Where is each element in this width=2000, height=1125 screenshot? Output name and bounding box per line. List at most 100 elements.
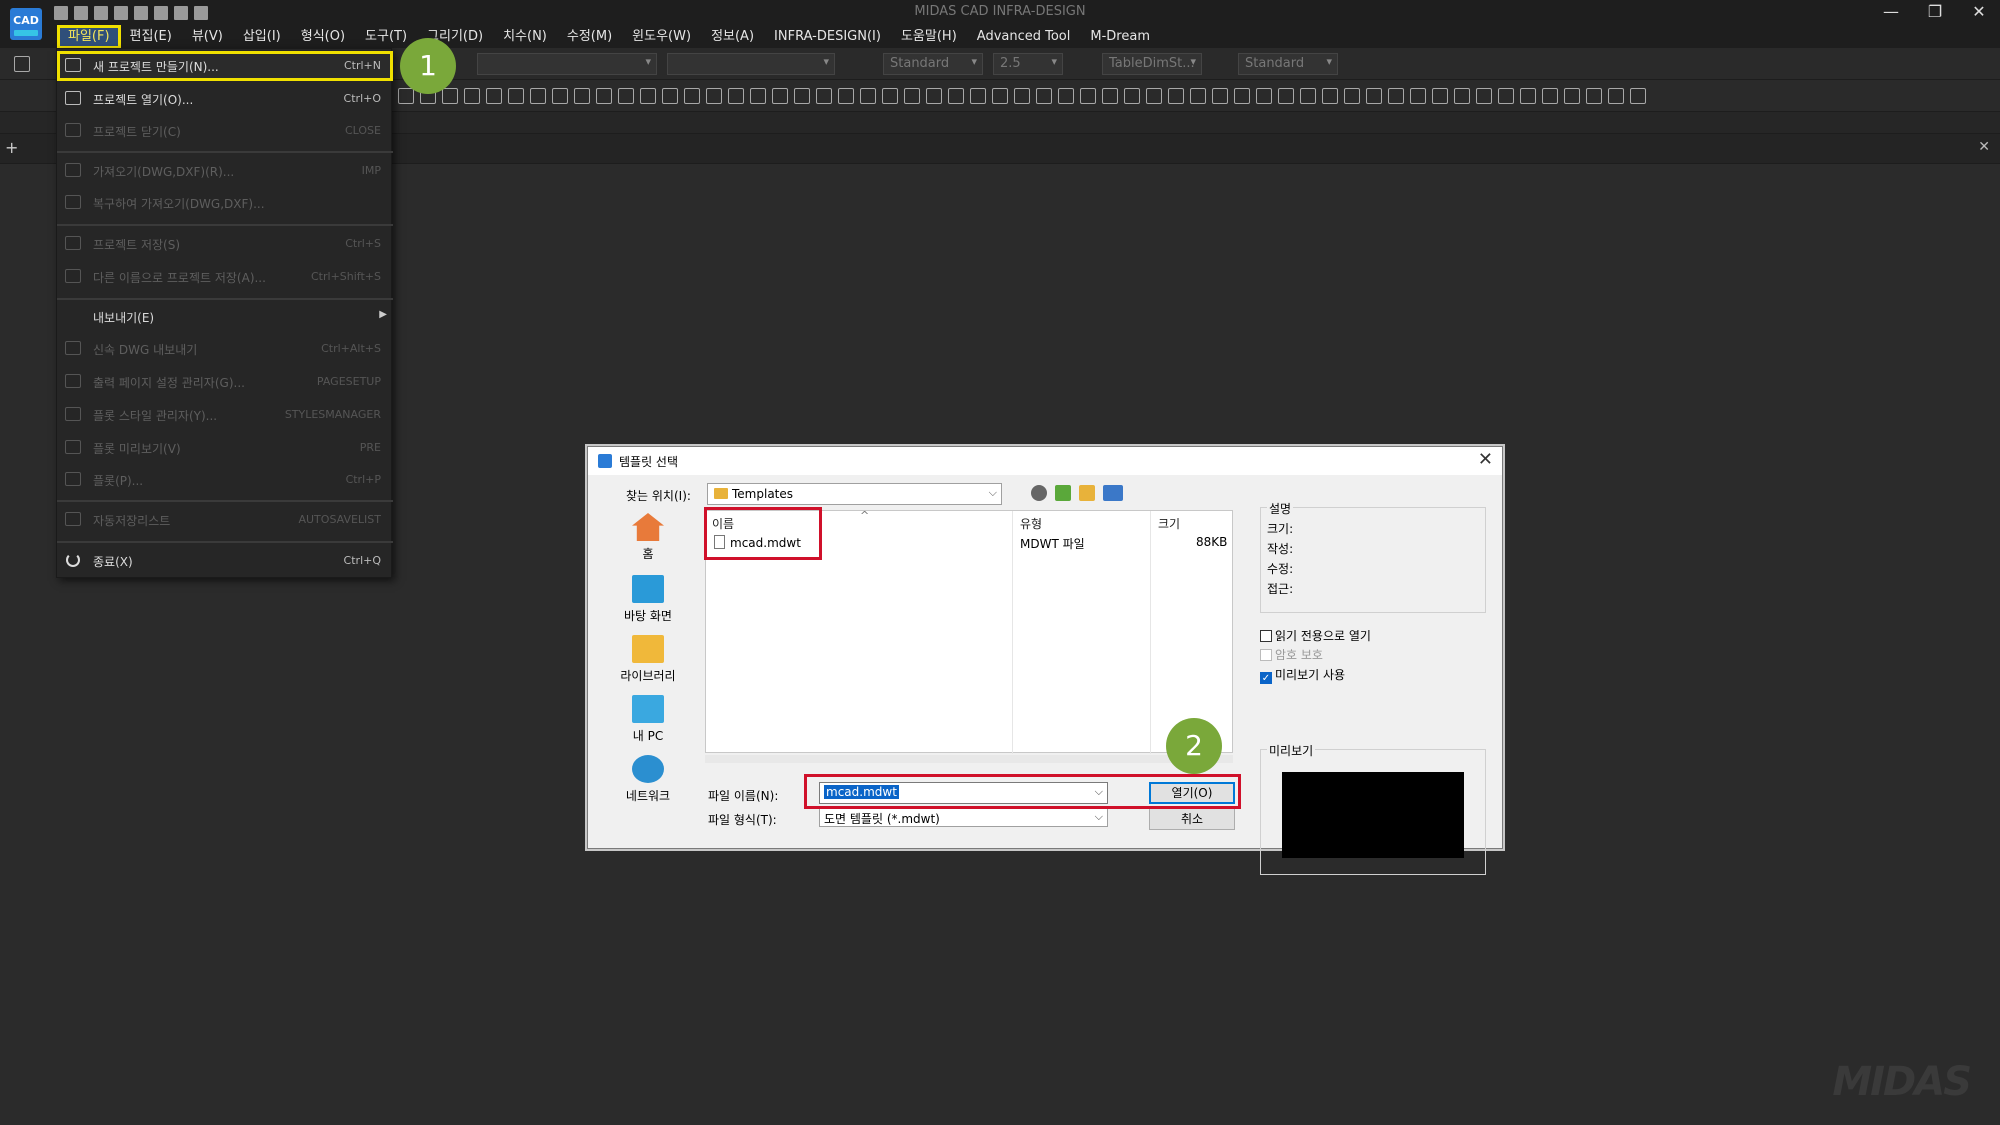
menu-exit[interactable]: 종료(X) Ctrl+Q	[57, 546, 393, 576]
chevron-down-icon[interactable]: ⌵	[1095, 810, 1103, 824]
tool-icon[interactable]	[442, 88, 458, 104]
menu-modify[interactable]: 수정(M)	[557, 26, 622, 48]
tool-icon[interactable]	[1366, 88, 1382, 104]
tool-icon[interactable]	[1278, 88, 1294, 104]
tool-icon[interactable]	[684, 88, 700, 104]
column-size[interactable]: 크기	[1158, 515, 1180, 532]
tool-icon[interactable]	[1432, 88, 1448, 104]
menu-edit[interactable]: 편집(E)	[120, 26, 182, 48]
tool-icon[interactable]	[1080, 88, 1096, 104]
tool-icon[interactable]	[530, 88, 546, 104]
menu-view[interactable]: 뷰(V)	[182, 26, 233, 48]
cancel-button[interactable]: 취소	[1149, 808, 1235, 830]
menu-recover-import[interactable]: 복구하여 가져오기(DWG,DXF)...	[57, 188, 393, 218]
tool-icon[interactable]	[1124, 88, 1140, 104]
tool-icon[interactable]	[1146, 88, 1162, 104]
text-height-combo[interactable]: 2.5	[993, 53, 1063, 75]
menu-insert[interactable]: 삽입(I)	[233, 26, 291, 48]
app-logo[interactable]: CAD	[10, 8, 42, 40]
tool-icon[interactable]	[794, 88, 810, 104]
column-type[interactable]: 유형	[1020, 515, 1042, 532]
menu-info[interactable]: 정보(A)	[701, 26, 764, 48]
tool-icon[interactable]	[948, 88, 964, 104]
menu-save-project[interactable]: 프로젝트 저장(S) Ctrl+S	[57, 229, 393, 259]
menu-dimension[interactable]: 치수(N)	[493, 26, 557, 48]
dialog-close-button[interactable]: ✕	[1478, 449, 1493, 470]
tool-icon[interactable]	[1630, 88, 1646, 104]
password-protect-checkbox[interactable]: 암호 보호	[1260, 646, 1323, 663]
look-in-combo[interactable]: Templates ⌵	[707, 483, 1002, 505]
menu-plot-preview[interactable]: 플롯 미리보기(V) PRE	[57, 433, 393, 463]
menu-quick-dwg-export[interactable]: 신속 DWG 내보내기 Ctrl+Alt+S	[57, 334, 393, 364]
menu-export[interactable]: 내보내기(E) ▶	[57, 302, 393, 332]
tool-icon[interactable]	[1190, 88, 1206, 104]
menu-help[interactable]: 도움말(H)	[891, 26, 967, 48]
add-document-icon[interactable]: +	[5, 138, 18, 157]
tool-icon[interactable]	[1498, 88, 1514, 104]
tool-icon[interactable]	[904, 88, 920, 104]
place-this-pc[interactable]: 내 PC	[598, 695, 698, 744]
horizontal-scrollbar[interactable]	[705, 755, 1233, 763]
tool-icon[interactable]	[1454, 88, 1470, 104]
use-preview-checkbox[interactable]: ✓ 미리보기 사용	[1260, 666, 1345, 684]
layer-combo[interactable]	[477, 53, 657, 75]
dim-style-combo[interactable]: TableDimSt...	[1102, 53, 1202, 75]
tool-icon[interactable]	[1608, 88, 1624, 104]
tool-icon[interactable]	[1256, 88, 1272, 104]
menu-plot-style-manager[interactable]: 플롯 스타일 관리자(Y)... STYLESMANAGER	[57, 400, 393, 430]
view-menu-icon[interactable]	[1103, 485, 1123, 501]
menu-new-project[interactable]: 새 프로젝트 만들기(N)... Ctrl+N	[57, 51, 393, 81]
menu-open-project[interactable]: 프로젝트 열기(O)... Ctrl+O	[57, 84, 393, 114]
tool-icon[interactable]	[1300, 88, 1316, 104]
menu-close-project[interactable]: 프로젝트 닫기(C) CLOSE	[57, 116, 393, 146]
tool-icon[interactable]	[1036, 88, 1052, 104]
menu-save-project-as[interactable]: 다른 이름으로 프로젝트 저장(A)... Ctrl+Shift+S	[57, 262, 393, 292]
tool-icon[interactable]	[464, 88, 480, 104]
tool-icon[interactable]	[596, 88, 612, 104]
tool-icon[interactable]	[838, 88, 854, 104]
tool-icon[interactable]	[1168, 88, 1184, 104]
restore-button[interactable]: ❐	[1924, 2, 1946, 21]
file-type-select[interactable]: 도면 템플릿 (*.mdwt) ⌵	[819, 807, 1108, 827]
tool-icon[interactable]	[1322, 88, 1338, 104]
tool-icon[interactable]	[552, 88, 568, 104]
tool-icon[interactable]	[1476, 88, 1492, 104]
close-document-icon[interactable]: ✕	[1978, 139, 1990, 155]
menu-page-setup[interactable]: 출력 페이지 설정 관리자(G)... PAGESETUP	[57, 367, 393, 397]
layer-icon[interactable]	[14, 56, 30, 72]
tool-icon[interactable]	[1058, 88, 1074, 104]
tool-icon[interactable]	[574, 88, 590, 104]
tool-icon[interactable]	[1586, 88, 1602, 104]
tool-icon[interactable]	[750, 88, 766, 104]
tool-icon[interactable]	[1212, 88, 1228, 104]
tool-icon[interactable]	[772, 88, 788, 104]
tool-icon[interactable]	[706, 88, 722, 104]
close-window-button[interactable]: ✕	[1968, 2, 1990, 21]
menu-file[interactable]: 파일(F)	[57, 25, 121, 49]
tool-icon[interactable]	[618, 88, 634, 104]
tool-icon[interactable]	[1520, 88, 1536, 104]
tool-icon[interactable]	[1410, 88, 1426, 104]
tool-icon[interactable]	[970, 88, 986, 104]
tool-icon[interactable]	[1344, 88, 1360, 104]
menu-plot[interactable]: 플롯(P)... Ctrl+P	[57, 465, 393, 495]
new-folder-icon[interactable]	[1079, 485, 1095, 501]
place-desktop[interactable]: 바탕 화면	[598, 575, 698, 624]
tool-icon[interactable]	[926, 88, 942, 104]
tool-icon[interactable]	[992, 88, 1008, 104]
multileader-style-combo[interactable]: Standard	[1238, 53, 1338, 75]
minimize-button[interactable]: —	[1880, 2, 1902, 21]
menu-m-dream[interactable]: M-Dream	[1080, 26, 1160, 48]
tool-icon[interactable]	[1542, 88, 1558, 104]
menu-autosave-list[interactable]: 자동저장리스트 AUTOSAVELIST	[57, 505, 393, 535]
tool-icon[interactable]	[1014, 88, 1030, 104]
up-folder-icon[interactable]	[1055, 485, 1071, 501]
menu-infra-design[interactable]: INFRA-DESIGN(I)	[764, 26, 891, 48]
tool-icon[interactable]	[1234, 88, 1250, 104]
tool-icon[interactable]	[486, 88, 502, 104]
tool-icon[interactable]	[728, 88, 744, 104]
place-home[interactable]: 홈	[598, 513, 698, 562]
tool-icon[interactable]	[398, 88, 414, 104]
menu-import[interactable]: 가져오기(DWG,DXF)(R)... IMP	[57, 156, 393, 186]
color-combo[interactable]	[667, 53, 835, 75]
